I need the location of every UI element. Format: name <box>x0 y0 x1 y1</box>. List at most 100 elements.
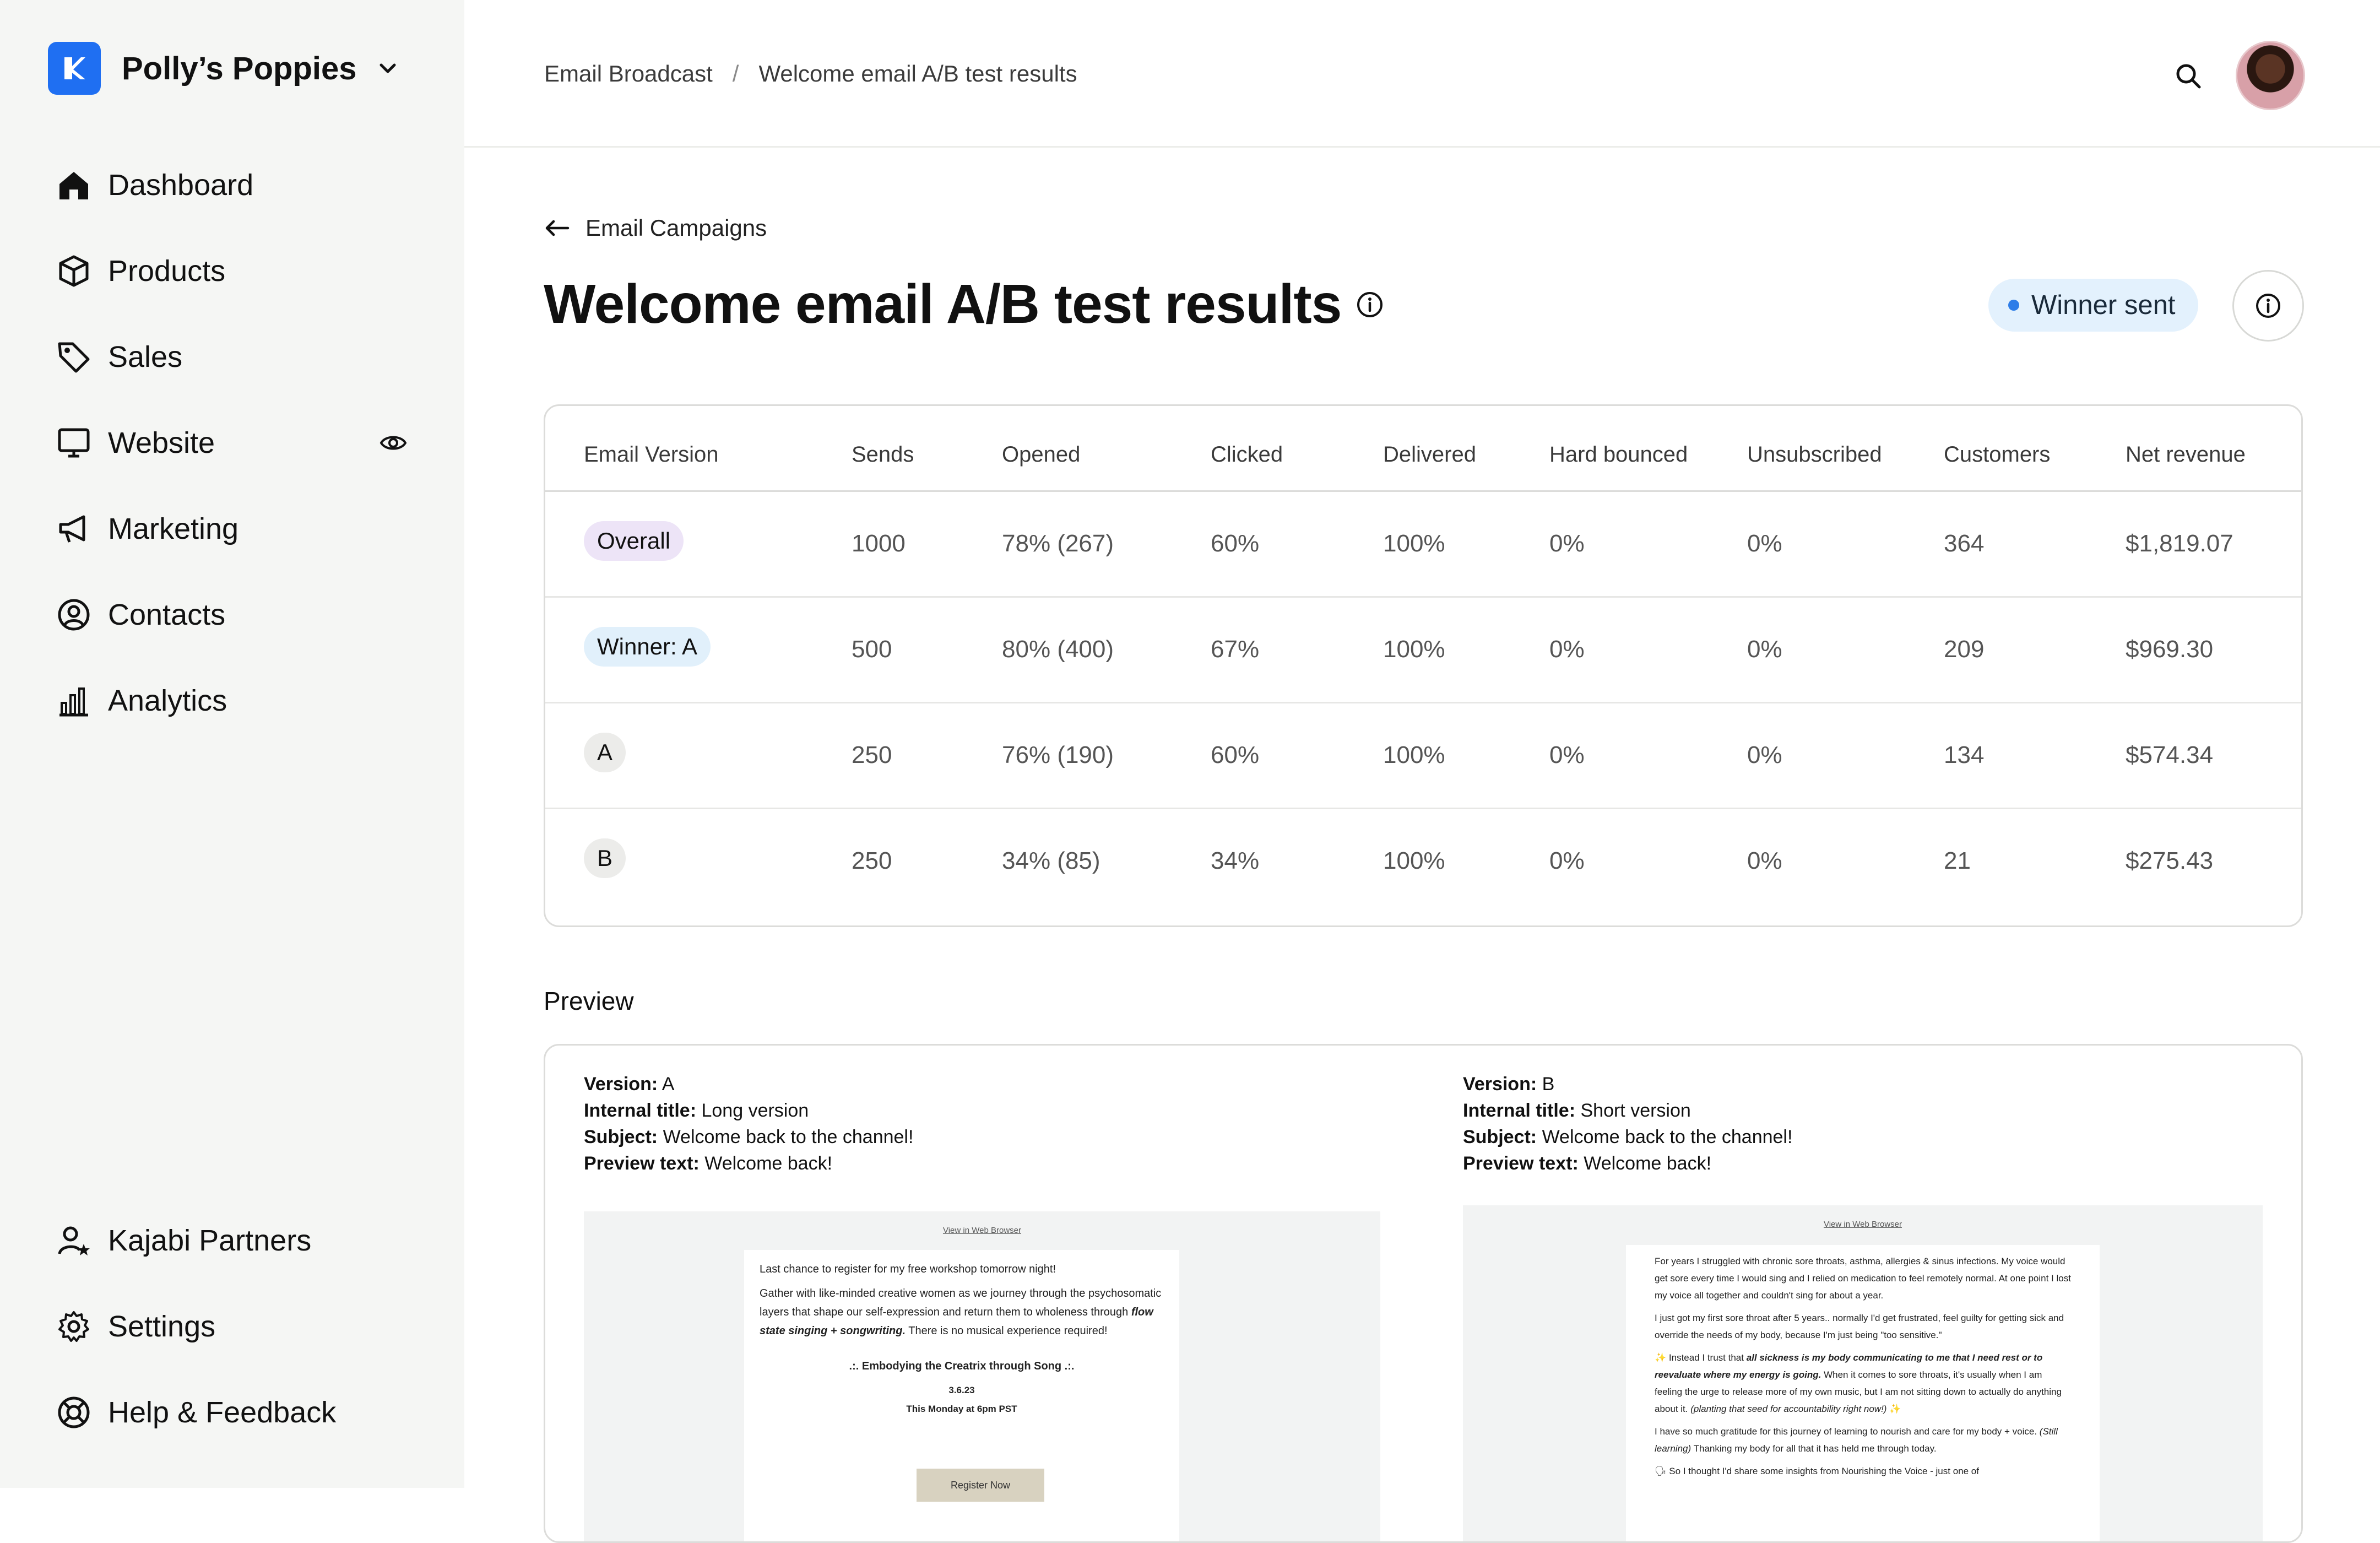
column-header[interactable]: Unsubscribed <box>1747 442 1882 467</box>
cell-opened: 78% (267) <box>1002 530 1114 557</box>
sidebar-item-kajabi-partners[interactable]: Kajabi Partners <box>55 1198 408 1284</box>
chevron-down-icon <box>377 57 399 79</box>
column-header[interactable]: Sends <box>852 442 914 467</box>
search-icon <box>2176 64 2201 89</box>
breadcrumb-current: Welcome email A/B test results <box>758 61 1077 86</box>
details-info-button[interactable] <box>2232 270 2304 342</box>
site-switcher[interactable]: Polly’s Poppies <box>48 42 399 95</box>
email-paragraph: Gather with like-minded creative women a… <box>760 1287 1162 1337</box>
sidebar-item-marketing[interactable]: Marketing <box>55 486 408 572</box>
box-icon <box>55 252 93 290</box>
version-badge: A <box>584 733 626 772</box>
sidebar-item-website[interactable]: Website <box>55 400 408 486</box>
sidebar-item-label: Products <box>108 255 226 288</box>
cell-sends: 250 <box>852 741 892 768</box>
cell-hard-bounced: 0% <box>1549 636 1585 663</box>
meta-value: Welcome back to the channel! <box>1542 1127 1793 1147</box>
info-icon[interactable] <box>1356 290 1384 319</box>
sidebar-item-label: Website <box>108 426 215 459</box>
version-badge: Winner: A <box>584 627 711 667</box>
status-badge: Winner sent <box>1988 279 2199 332</box>
sidebar-item-analytics[interactable]: Analytics <box>55 658 408 744</box>
status-dot <box>2008 300 2019 311</box>
bar-chart-icon <box>55 682 93 719</box>
meta-label: Subject: <box>1463 1127 1537 1147</box>
cell-hard-bounced: 0% <box>1549 847 1585 874</box>
register-button[interactable]: Register Now <box>917 1469 1044 1502</box>
cell-unsubscribed: 0% <box>1747 847 1782 874</box>
site-name: Polly’s Poppies <box>122 50 357 86</box>
column-header[interactable]: Customers <box>1944 442 2050 467</box>
cell-customers: 21 <box>1944 847 1971 874</box>
column-header[interactable]: Hard bounced <box>1549 442 1688 467</box>
cell-unsubscribed: 0% <box>1747 741 1782 768</box>
sidebar-item-sales[interactable]: Sales <box>55 314 408 400</box>
sidebar-item-label: Kajabi Partners <box>108 1224 312 1257</box>
cell-customers: 134 <box>1944 741 1985 768</box>
email-preview-b[interactable]: View in Web Browser For years I struggle… <box>1463 1205 2263 1541</box>
info-icon <box>2256 294 2280 318</box>
meta-value: Welcome back! <box>1584 1153 1712 1174</box>
back-link-label: Email Campaigns <box>585 215 767 241</box>
cell-sends: 500 <box>852 636 892 663</box>
meta-label: Version: <box>1463 1074 1537 1095</box>
lifebuoy-icon <box>55 1394 93 1431</box>
back-link[interactable]: Email Campaigns <box>544 215 767 241</box>
cell-clicked: 34% <box>1211 847 1260 874</box>
meta-value: Welcome back! <box>704 1153 833 1174</box>
partner-icon <box>55 1222 93 1259</box>
column-header[interactable]: Email Version <box>584 442 719 467</box>
sidebar-item-label: Help & Feedback <box>108 1396 337 1429</box>
event-date: 3.6.23 <box>948 1385 975 1395</box>
column-header[interactable]: Delivered <box>1383 442 1476 467</box>
cell-hard-bounced: 0% <box>1549 530 1585 557</box>
cell-opened: 76% (190) <box>1002 741 1114 768</box>
email-paragraph: ✨ Instead I trust that all sickness is m… <box>1655 1352 2062 1414</box>
cell-net-revenue: $275.43 <box>2126 847 2214 874</box>
search-button[interactable] <box>2169 57 2208 95</box>
page-title: Welcome email A/B test results <box>544 273 1384 336</box>
sidebar: Polly’s Poppies Dashboard Products Sales <box>0 0 464 1488</box>
column-header[interactable]: Opened <box>1002 442 1080 467</box>
meta-value: B <box>1542 1074 1555 1095</box>
meta-label: Internal title: <box>584 1100 697 1121</box>
web-browser-link[interactable]: View in Web Browser <box>584 1226 1380 1235</box>
sidebar-item-settings[interactable]: Settings <box>55 1284 408 1369</box>
meta-value: A <box>662 1074 675 1095</box>
tag-icon <box>55 338 93 376</box>
megaphone-icon <box>55 510 93 548</box>
email-preview-a[interactable]: View in Web Browser Last chance to regis… <box>584 1211 1380 1541</box>
column-header[interactable]: Net revenue <box>2126 442 2246 467</box>
event-time: This Monday at 6pm PST <box>906 1404 1017 1414</box>
sidebar-item-dashboard[interactable]: Dashboard <box>55 142 408 228</box>
sidebar-item-help-feedback[interactable]: Help & Feedback <box>55 1369 408 1455</box>
cell-customers: 364 <box>1944 530 1985 557</box>
table-row: Overall 1000 78% (267) 60% 100% 0% 0% 36… <box>545 490 2301 598</box>
sidebar-item-label: Dashboard <box>108 169 254 202</box>
sidebar-item-contacts[interactable]: Contacts <box>55 572 408 658</box>
cell-clicked: 60% <box>1211 741 1260 768</box>
breadcrumb-email-broadcast[interactable]: Email Broadcast <box>544 61 713 87</box>
email-paragraph: Last chance to register for my free work… <box>760 1263 1056 1275</box>
cell-delivered: 100% <box>1383 847 1445 874</box>
cell-net-revenue: $969.30 <box>2126 636 2214 663</box>
eye-icon[interactable] <box>379 429 408 457</box>
column-header[interactable]: Clicked <box>1211 442 1283 467</box>
status-badge-label: Winner sent <box>2031 290 2176 320</box>
meta-label: Preview text: <box>584 1153 700 1174</box>
web-browser-link[interactable]: View in Web Browser <box>1463 1220 2263 1229</box>
meta-label: Preview text: <box>1463 1153 1579 1174</box>
email-paragraph: I just got my first sore throat after 5 … <box>1655 1313 2064 1340</box>
sidebar-item-products[interactable]: Products <box>55 228 408 314</box>
cell-sends: 250 <box>852 847 892 874</box>
user-circle-icon <box>55 596 93 634</box>
version-badge: Overall <box>584 521 684 561</box>
cell-opened: 80% (400) <box>1002 636 1114 663</box>
avatar[interactable] <box>2236 41 2305 110</box>
version-b-meta: Version: B Internal title: Short version… <box>1463 1071 1792 1177</box>
cell-clicked: 67% <box>1211 636 1260 663</box>
sidebar-item-label: Settings <box>108 1310 216 1343</box>
email-paragraph: For years I struggled with chronic sore … <box>1655 1256 2071 1301</box>
arrow-left-icon <box>544 217 570 239</box>
cell-clicked: 60% <box>1211 530 1260 557</box>
